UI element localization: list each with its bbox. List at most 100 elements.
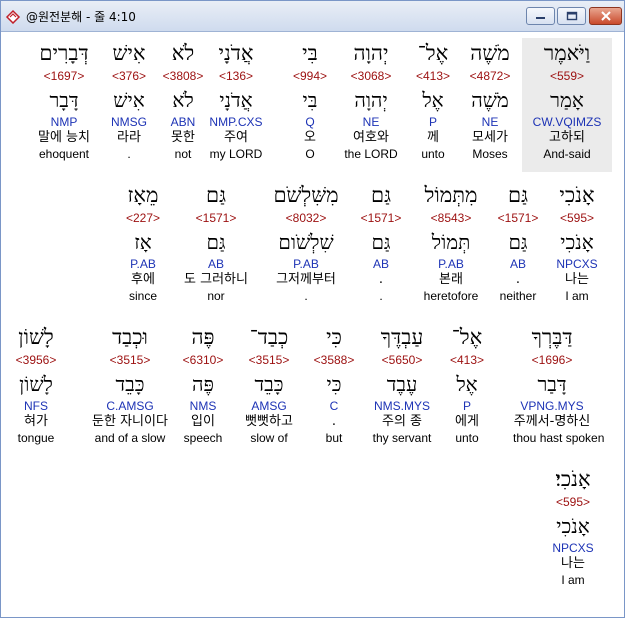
korean-gloss: 본래 [439, 272, 463, 287]
hebrew-word: מִתְּמוֹל [424, 183, 478, 207]
word-block[interactable]: פֶּה <6310> פֶּה NMS 입이 speech [164, 322, 242, 446]
strong-number: <3956> [15, 353, 57, 367]
word-block[interactable]: דַּבֶּרְךָ <1696> דָּבַר VPNG.MYS 주께서-명하신 tho… [513, 322, 605, 446]
hebrew-word: מִשִּׁלְשֹׁם [273, 183, 339, 207]
korean-gloss: 둔한 자니이다 [92, 414, 168, 429]
word-block[interactable]: וַיֹּאמֶר <559> אָמַר CW.VQIMZS 고하되 And-said [528, 38, 606, 162]
hebrew-word: לָשׁוֹן [18, 325, 54, 349]
word-block[interactable]: גַּם <1571> גַּם AB. neither [479, 180, 557, 304]
hebrew-word: עַבְדֶּךָ [380, 325, 424, 349]
morphology-code: P.AB [130, 257, 156, 271]
korean-gloss: 주의 종 [381, 414, 422, 429]
lemma-word: דָּבָר [49, 88, 79, 112]
english-gloss: thou hast spoken [513, 431, 605, 445]
hebrew-word: גַּם [205, 183, 227, 207]
hebrew-word: מֵאָז [127, 183, 159, 207]
korean-gloss: 말에 능치 [38, 130, 90, 145]
english-gloss: tongue [17, 431, 55, 445]
strong-number: <994> [292, 69, 328, 83]
english-gloss: speech [183, 431, 223, 445]
hebrew-word: פֶּה [191, 325, 215, 349]
morphology-code: NMP [50, 115, 78, 129]
hebrew-word: וּכְבַד [112, 325, 148, 349]
morphology-code: VPNG.MYS [520, 399, 584, 413]
lemma-word: אָז [134, 230, 152, 254]
analysis-window: @원전분해 - 줄 4:10 וַיֹּאמֶר <559> אָמַר CW.VQI… [0, 0, 625, 618]
hebrew-word: וַיֹּאמֶר [543, 41, 591, 65]
korean-gloss: . [378, 272, 384, 287]
lemma-word: גַּם [206, 230, 226, 254]
korean-gloss: 입이 [191, 414, 215, 429]
morphology-code: NMS.MYS [373, 399, 430, 413]
word-block[interactable]: בִּי <994> בִּי Q 오 O [271, 38, 349, 162]
word-block[interactable]: אָנֹכִי׃ <595> אָנֹכִי NPCXS 나는 I am [534, 464, 612, 588]
morphology-code: NMS [189, 399, 217, 413]
minimize-icon [527, 8, 554, 24]
window-title: @원전분해 - 줄 4:10 [26, 10, 136, 24]
korean-gloss: . [515, 272, 521, 287]
morphology-code: AB [372, 257, 389, 271]
lemma-word: אָמַר [550, 88, 584, 112]
morphology-code: C.AMSG [106, 399, 154, 413]
strong-number: <1571> [360, 211, 402, 225]
morphology-code: NFS [24, 399, 48, 413]
minimize-button[interactable] [526, 7, 555, 25]
morphology-code: P.AB [293, 257, 319, 271]
lemma-word: כָּבֵד [115, 372, 145, 396]
close-icon [590, 8, 621, 24]
english-gloss: since [128, 289, 157, 303]
title-bar[interactable]: @원전분해 - 줄 4:10 [1, 1, 624, 32]
lemma-word: עֶבֶד [386, 372, 418, 396]
lemma-word: פֶּה [192, 372, 214, 396]
morphology-code: AB [509, 257, 526, 271]
lemma-word: תְּמוֹל [431, 230, 471, 254]
strong-number: <8032> [285, 211, 327, 225]
korean-gloss: 오 [304, 130, 316, 145]
english-gloss: and of a slow [94, 431, 166, 445]
word-block[interactable]: לָשׁוֹן <3956> לָשׁוֹן NFS 혀가 tongue [1, 322, 75, 446]
hebrew-word: דַּבֶּרְךָ [531, 325, 573, 349]
close-button[interactable] [589, 7, 622, 25]
word-block[interactable]: וּכְבַד <3515> כָּבֵד C.AMSG 둔한 자니이다 and of a… [91, 322, 169, 446]
word-block[interactable]: מִשִּׁלְשֹׁם <8032> שִׁלְשֹׁום P.AB 그저께부터. [267, 180, 345, 304]
maximize-icon [558, 8, 585, 24]
word-block[interactable]: מִתְּמוֹל <8543> תְּמוֹל P.AB 본래 heretofore [412, 180, 490, 304]
english-gloss: heretofore [423, 289, 479, 303]
word-block[interactable]: דְּבָרִים <1697> דָּבָר NMP 말에 능치 ehoquent [25, 38, 103, 162]
strong-number: <1571> [195, 211, 237, 225]
english-gloss: thy servant [372, 431, 432, 445]
morphology-code: Q [305, 115, 315, 129]
english-gloss: nor [207, 289, 225, 303]
hebrew-word: גַּם [507, 183, 529, 207]
strong-number: <3515> [109, 353, 151, 367]
lemma-word: בִּי [302, 88, 318, 112]
hebrew-word: בִּי [302, 41, 318, 65]
english-gloss: I am [561, 573, 585, 587]
hebrew-word: דְּבָרִים [39, 41, 89, 65]
korean-gloss: 고하되 [549, 130, 585, 145]
strong-number: <1697> [43, 69, 85, 83]
morphology-code: CW.VQIMZS [532, 115, 602, 129]
english-gloss: . [379, 289, 383, 303]
lemma-word: דָּבַר [537, 372, 567, 396]
korean-gloss: 주께서-명하신 [513, 414, 591, 429]
hebrew-word: אָנֹכִי׃ [555, 467, 591, 491]
strong-number: <595> [555, 495, 591, 509]
morphology-code: P.AB [438, 257, 464, 271]
lemma-word: גַּם [371, 230, 391, 254]
korean-gloss: 나는 [561, 556, 585, 571]
word-block[interactable]: עַבְדֶּךָ <5650> עֶבֶד NMS.MYS 주의 종 thy serva… [363, 322, 441, 446]
strong-number: <1571> [497, 211, 539, 225]
word-block[interactable]: מֵאָז <227> אָז P.AB 후에 since [104, 180, 182, 304]
word-block[interactable]: גַּם <1571> גַּם AB.. [342, 180, 420, 304]
english-gloss: And-said [543, 147, 591, 161]
english-gloss: . [304, 289, 308, 303]
maximize-button[interactable] [557, 7, 586, 25]
korean-gloss: 도 그러하니 [184, 272, 248, 287]
strong-number: <8543> [430, 211, 472, 225]
book-app-icon[interactable] [5, 8, 21, 25]
lemma-word: גַּם [508, 230, 528, 254]
morphology-code: NPCXS [552, 541, 594, 555]
strong-number: <559> [549, 69, 585, 83]
word-block[interactable]: גַּם <1571> גַּם AB 도 그러하니 nor [177, 180, 255, 304]
